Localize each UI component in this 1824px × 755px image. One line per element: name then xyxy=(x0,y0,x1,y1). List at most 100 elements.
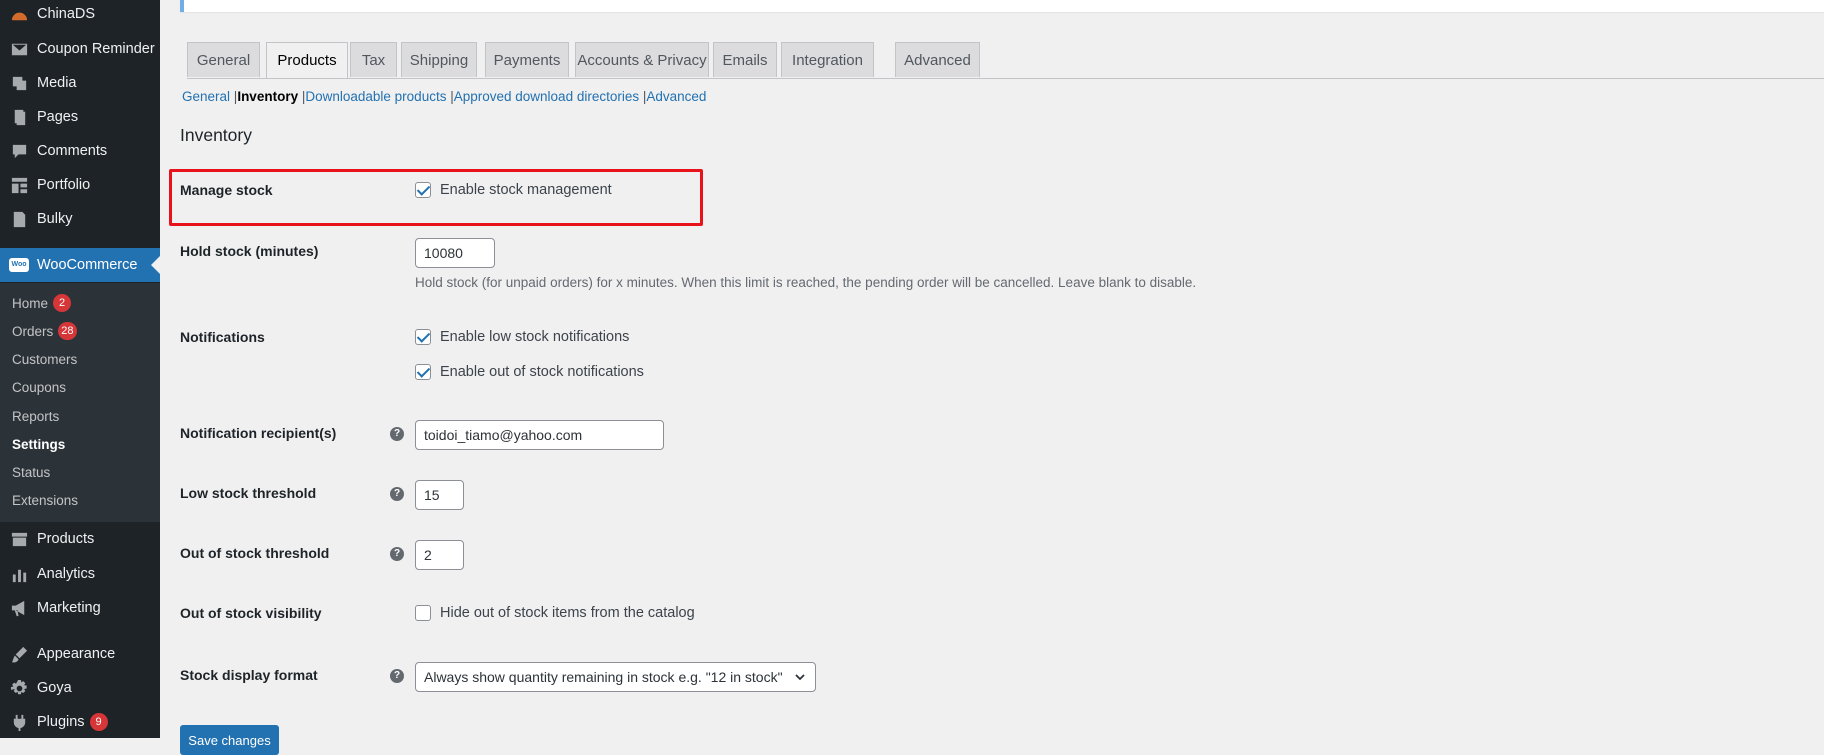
hold-stock-description: Hold stock (for unpaid orders) for x min… xyxy=(415,275,1197,290)
gear-icon xyxy=(9,678,29,698)
menu-label: Plugins xyxy=(37,714,85,730)
tab-general[interactable]: General xyxy=(187,42,260,77)
tab-advanced[interactable]: Advanced xyxy=(895,42,980,77)
document-icon xyxy=(9,209,29,229)
menu-label: Analytics xyxy=(37,566,96,582)
menu-label: Portfolio xyxy=(37,177,91,193)
low-stock-threshold-label: Low stock threshold xyxy=(180,485,317,501)
menu-label: Products xyxy=(37,531,95,547)
submenu-label: Customers xyxy=(12,351,78,367)
low-stock-notification-checkbox[interactable] xyxy=(415,329,431,345)
hide-out-of-stock-checkbox[interactable] xyxy=(415,605,431,621)
submenu-label: Orders xyxy=(12,323,54,339)
tab-tax[interactable]: Tax xyxy=(350,42,397,77)
submenu-item-reports[interactable]: Reports xyxy=(12,404,59,428)
tab-shipping[interactable]: Shipping xyxy=(401,42,477,77)
help-tip-icon[interactable]: ? xyxy=(390,427,404,441)
section-link-inventory[interactable]: Inventory xyxy=(237,89,298,104)
hide-out-of-stock-option[interactable]: Hide out of stock items from the catalog xyxy=(415,605,695,621)
out-of-stock-notification-checkbox[interactable] xyxy=(415,364,431,380)
low-stock-notification-label: Enable low stock notifications xyxy=(440,329,630,345)
submenu-label: Status xyxy=(12,464,51,480)
menu-item-comments[interactable]: Comments xyxy=(0,134,160,168)
help-tip-icon[interactable]: ? xyxy=(390,669,404,683)
section-link-general[interactable]: General xyxy=(182,89,230,104)
menu-item-bulky[interactable]: Bulky xyxy=(0,202,160,236)
menu-label: Media xyxy=(37,75,77,91)
menu-label: Bulky xyxy=(37,211,73,227)
submenu-item-coupons[interactable]: Coupons xyxy=(12,375,66,399)
menu-label: Comments xyxy=(37,143,108,159)
menu-label: Appearance xyxy=(37,646,116,662)
menu-item-portfolio[interactable]: Portfolio xyxy=(0,168,160,202)
help-tip-icon[interactable]: ? xyxy=(390,487,404,501)
media-icon xyxy=(9,73,29,93)
submenu-label: Home xyxy=(12,295,49,311)
notification-badge: 9 xyxy=(89,713,108,731)
pages-icon xyxy=(9,107,29,127)
plugin-icon xyxy=(9,712,29,732)
out-of-stock-notification-option[interactable]: Enable out of stock notifications xyxy=(415,364,644,380)
menu-label: ChinaDS xyxy=(37,6,96,22)
page-title: Inventory xyxy=(180,125,252,145)
menu-item-marketing[interactable]: Marketing xyxy=(0,591,160,625)
chinads-icon xyxy=(9,4,29,24)
megaphone-icon xyxy=(9,598,29,618)
submenu-item-status[interactable]: Status xyxy=(12,460,50,484)
portfolio-icon xyxy=(9,175,29,195)
analytics-icon xyxy=(9,564,29,584)
menu-item-plugins[interactable]: Plugins 9 xyxy=(0,705,160,739)
save-changes-button[interactable]: Save changes xyxy=(180,725,279,755)
hide-out-of-stock-label: Hide out of stock items from the catalog xyxy=(440,605,695,621)
low-stock-notification-option[interactable]: Enable low stock notifications xyxy=(415,329,629,345)
stock-display-format-label: Stock display format xyxy=(180,667,318,683)
out-of-stock-visibility-label: Out of stock visibility xyxy=(180,605,322,621)
menu-item-products[interactable]: Products xyxy=(0,522,160,556)
menu-item-analytics[interactable]: Analytics xyxy=(0,557,160,591)
menu-label: Goya xyxy=(37,680,72,696)
current-menu-arrow xyxy=(151,256,160,274)
notification-badge: 2 xyxy=(53,294,72,312)
admin-sidebar: ChinaDS Coupon Reminder Media Pages Comm… xyxy=(0,0,160,738)
notification-recipient-input[interactable]: toidoi_tiamo@yahoo.com xyxy=(415,420,664,450)
submenu-item-settings[interactable]: Settings xyxy=(12,432,65,456)
tab-accounts-privacy[interactable]: Accounts & Privacy xyxy=(575,42,709,77)
out-of-stock-threshold-label: Out of stock threshold xyxy=(180,545,330,561)
menu-item-media[interactable]: Media xyxy=(0,66,160,100)
menu-label: Coupon Reminder xyxy=(37,41,155,57)
section-links: General |Inventory |Downloadable product… xyxy=(182,89,706,109)
submenu-label: Coupons xyxy=(12,379,67,395)
tab-products[interactable]: Products xyxy=(266,42,348,78)
tab-payments[interactable]: Payments xyxy=(485,42,569,77)
submenu-item-extensions[interactable]: Extensions xyxy=(12,488,78,512)
menu-label: Marketing xyxy=(37,600,101,616)
envelope-icon xyxy=(9,39,29,59)
submenu-item-home[interactable]: Home 2 xyxy=(12,291,72,315)
section-link-advanced[interactable]: Advanced xyxy=(646,89,706,104)
admin-notice xyxy=(180,0,1824,12)
submenu-label: Reports xyxy=(12,408,60,424)
menu-item-coupon-reminder[interactable]: Coupon Reminder xyxy=(0,32,160,66)
woocommerce-logo-text: Woo xyxy=(9,258,29,272)
settings-tabs: General Products Tax Shipping Payments A… xyxy=(187,42,1824,79)
menu-item-pages[interactable]: Pages xyxy=(0,100,160,134)
stock-display-format-select[interactable]: Always show quantity remaining in stock … xyxy=(415,662,816,692)
woocommerce-icon: Woo xyxy=(9,255,29,275)
paintbrush-icon xyxy=(9,644,29,664)
highlight-box xyxy=(169,169,703,226)
notification-recipient-label: Notification recipient(s) xyxy=(180,425,337,441)
submenu-item-customers[interactable]: Customers xyxy=(12,347,77,371)
section-link-approved-download-directories[interactable]: Approved download directories xyxy=(454,89,639,104)
hold-stock-input[interactable]: 10080 xyxy=(415,238,495,268)
help-tip-icon[interactable]: ? xyxy=(390,547,404,561)
menu-item-woocommerce[interactable]: Woo WooCommerce xyxy=(0,248,160,282)
tab-emails[interactable]: Emails xyxy=(713,42,777,77)
section-link-downloadable-products[interactable]: Downloadable products xyxy=(305,89,446,104)
submenu-item-orders[interactable]: Orders 28 xyxy=(12,319,77,343)
menu-item-appearance[interactable]: Appearance xyxy=(0,637,160,671)
out-of-stock-threshold-input[interactable]: 2 xyxy=(415,540,464,570)
menu-item-chinads[interactable]: ChinaDS xyxy=(0,0,160,31)
menu-item-goya[interactable]: Goya xyxy=(0,671,160,705)
tab-integration[interactable]: Integration xyxy=(781,42,874,77)
low-stock-threshold-input[interactable]: 15 xyxy=(415,480,464,510)
